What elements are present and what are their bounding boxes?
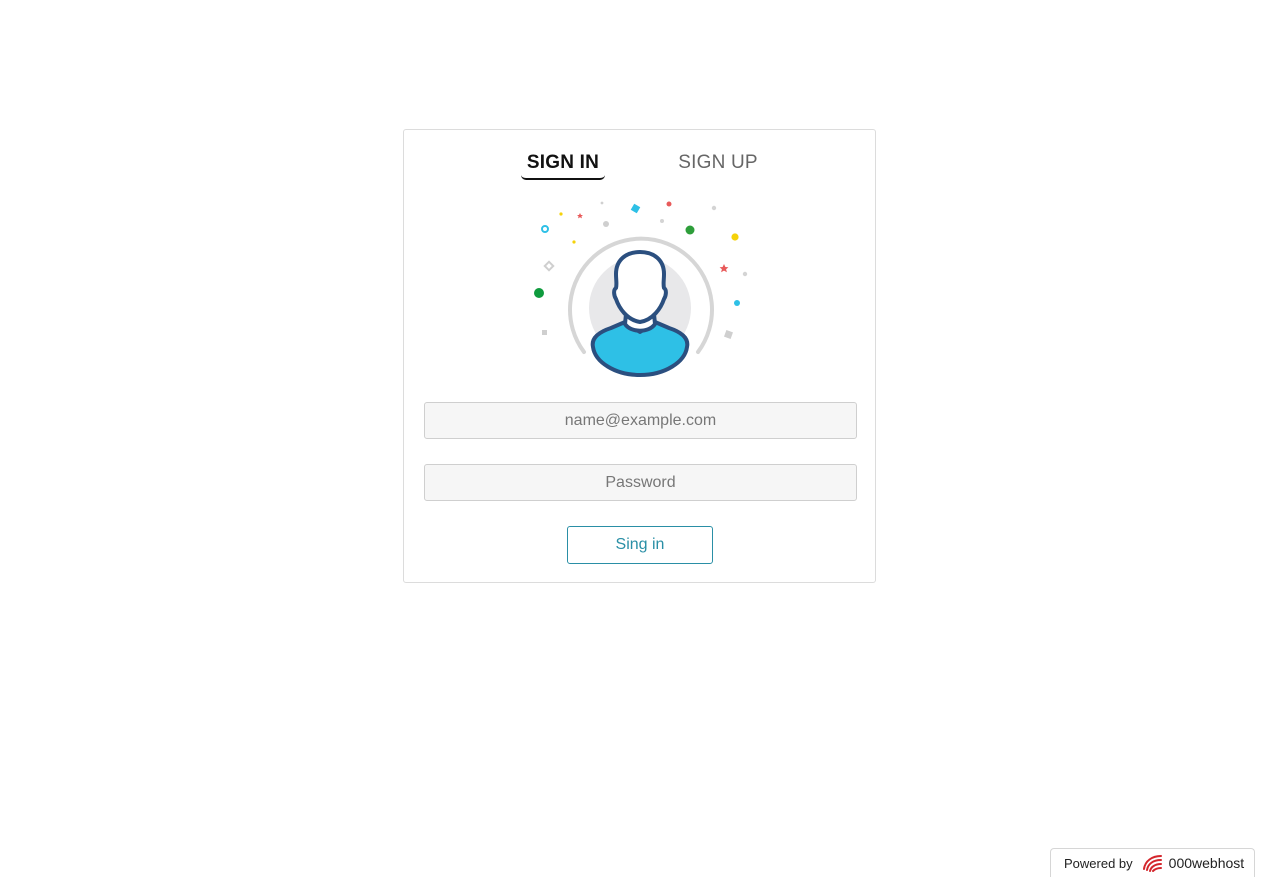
auth-tabs: SIGN IN SIGN UP <box>404 152 875 182</box>
powered-by-label: Powered by <box>1064 855 1133 871</box>
sign-in-button[interactable]: Sing in <box>567 526 713 564</box>
powered-by-badge[interactable]: Powered by 000webhost <box>1050 848 1255 877</box>
brand-name: 000webhost <box>1168 855 1245 871</box>
brand-link[interactable]: 000webhost <box>1141 853 1245 873</box>
000webhost-logo-icon <box>1142 855 1162 872</box>
user-avatar-icon <box>529 196 751 381</box>
login-card: SIGN IN SIGN UP name@example.com Sing in <box>403 129 876 583</box>
password-input[interactable] <box>424 464 857 501</box>
email-input[interactable] <box>424 402 857 439</box>
tab-sign-up[interactable]: SIGN UP <box>678 152 758 178</box>
tab-sign-in[interactable]: SIGN IN <box>521 152 605 180</box>
